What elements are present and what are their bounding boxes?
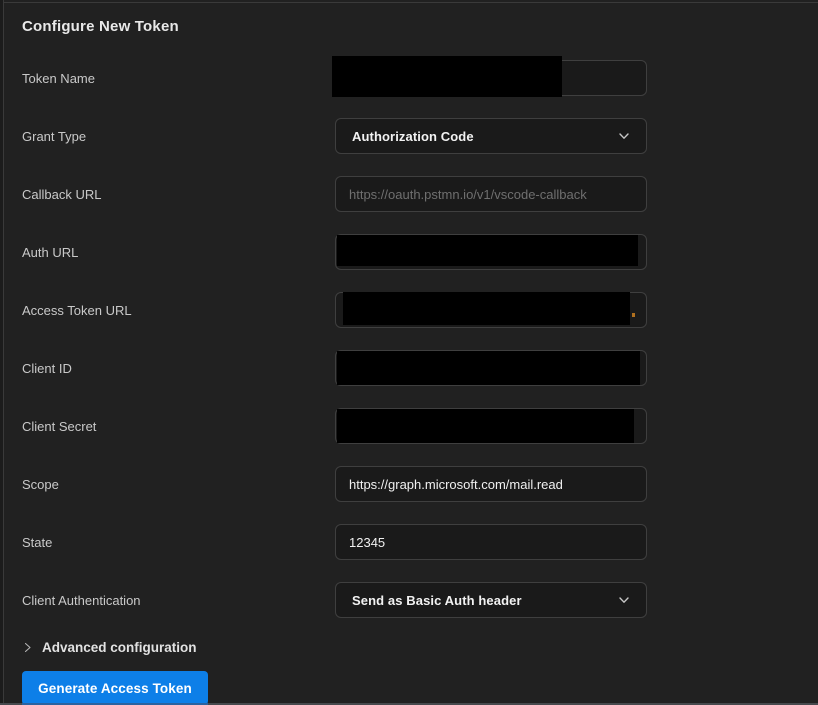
state-input[interactable] — [335, 524, 647, 560]
redaction-artifact — [632, 313, 635, 317]
form-row-token-name: Token Name — [22, 60, 796, 96]
grant-type-dropdown[interactable]: Authorization Code — [335, 118, 647, 154]
callback-url-control — [335, 176, 647, 212]
form-row-access-token-url: Access Token URL — [22, 292, 796, 328]
grant-type-selected-value: Authorization Code — [352, 129, 474, 144]
redaction-overlay — [343, 292, 630, 325]
callback-url-input[interactable] — [335, 176, 647, 212]
client-secret-control — [335, 408, 647, 444]
form-row-scope: Scope — [22, 466, 796, 502]
state-control — [335, 524, 647, 560]
token-name-control — [335, 60, 647, 96]
grant-type-control: Authorization Code — [335, 118, 647, 154]
form-row-state: State — [22, 524, 796, 560]
chevron-down-icon — [617, 593, 631, 607]
form-row-grant-type: Grant Type Authorization Code — [22, 118, 796, 154]
client-authentication-control: Send as Basic Auth header — [335, 582, 647, 618]
form-row-client-secret: Client Secret — [22, 408, 796, 444]
redaction-overlay — [337, 409, 634, 443]
form-row-callback-url: Callback URL — [22, 176, 796, 212]
access-token-url-label: Access Token URL — [22, 303, 335, 318]
client-id-label: Client ID — [22, 361, 335, 376]
redaction-overlay — [337, 351, 640, 385]
redaction-overlay — [332, 56, 562, 97]
token-form: Token Name Grant Type Authorization Code… — [22, 60, 796, 705]
auth-url-label: Auth URL — [22, 245, 335, 260]
state-label: State — [22, 535, 335, 550]
advanced-configuration-label: Advanced configuration — [42, 640, 197, 655]
client-authentication-dropdown[interactable]: Send as Basic Auth header — [335, 582, 647, 618]
client-authentication-selected-value: Send as Basic Auth header — [352, 593, 522, 608]
client-secret-label: Client Secret — [22, 419, 335, 434]
configure-token-panel: Configure New Token Token Name Grant Typ… — [22, 3, 796, 705]
chevron-down-icon — [617, 129, 631, 143]
chevron-right-icon — [22, 642, 33, 653]
auth-url-control — [335, 234, 647, 270]
panel-left-edge — [0, 0, 4, 705]
form-row-auth-url: Auth URL — [22, 234, 796, 270]
generate-access-token-button[interactable]: Generate Access Token — [22, 671, 208, 705]
token-name-label: Token Name — [22, 71, 335, 86]
callback-url-label: Callback URL — [22, 187, 335, 202]
scope-control — [335, 466, 647, 502]
redaction-overlay — [337, 235, 638, 266]
form-row-client-id: Client ID — [22, 350, 796, 386]
client-id-control — [335, 350, 647, 386]
page-title: Configure New Token — [22, 18, 796, 35]
grant-type-label: Grant Type — [22, 129, 335, 144]
form-row-client-authentication: Client Authentication Send as Basic Auth… — [22, 582, 796, 618]
scope-input[interactable] — [335, 466, 647, 502]
advanced-configuration-toggle[interactable]: Advanced configuration — [22, 640, 796, 655]
access-token-url-control — [335, 292, 647, 328]
client-authentication-label: Client Authentication — [22, 593, 335, 608]
scope-label: Scope — [22, 477, 335, 492]
